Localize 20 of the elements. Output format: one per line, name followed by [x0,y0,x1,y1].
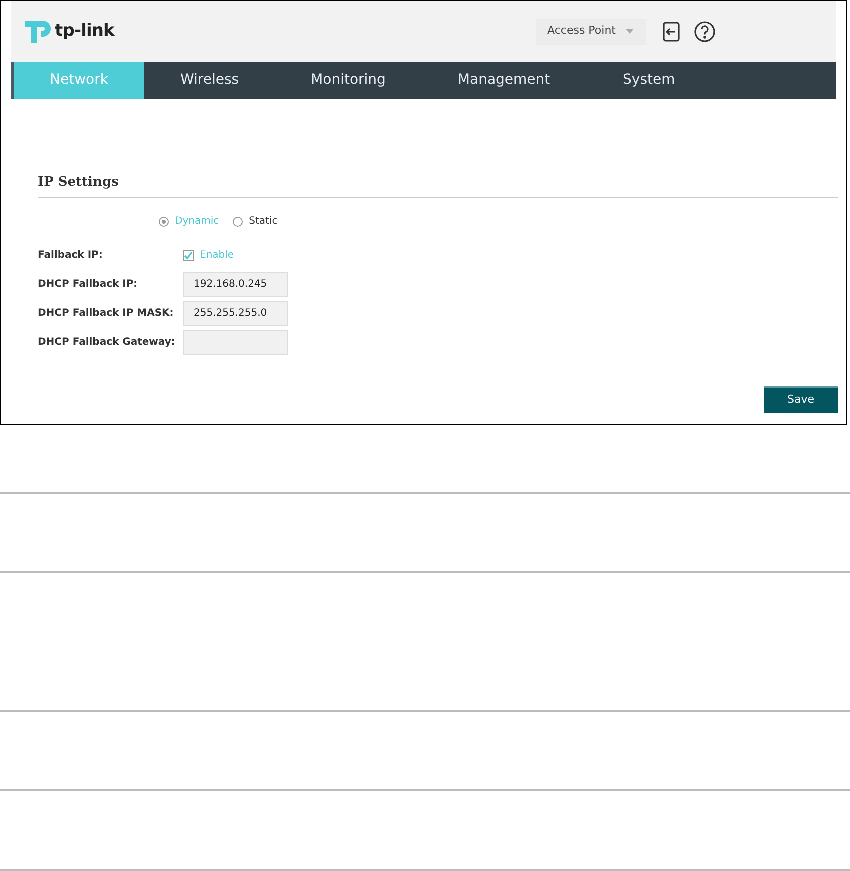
field-label: Fallback IP: [38,249,104,263]
caret-icon [626,29,634,34]
logo-icon [23,18,53,44]
input-field[interactable]: 192.168.0.245 [183,272,288,297]
field-label: DHCP Fallback Gateway: [38,336,176,350]
mode-select[interactable]: Access Point [536,18,646,44]
help-icon[interactable] [694,20,716,42]
save-button[interactable]: Save [764,386,838,413]
logo-text: tp-link [55,20,114,43]
nav-tab[interactable]: Management [422,62,586,99]
radio-option[interactable]: Static [233,214,278,229]
field-label: DHCP Fallback IP: [38,278,139,292]
field-label: DHCP Fallback IP MASK: [38,307,175,321]
nav-tab[interactable]: System [586,62,712,99]
logout-icon[interactable] [660,22,680,42]
input-field[interactable] [183,330,288,355]
nav-tab[interactable]: Wireless [144,62,276,99]
input-field[interactable]: 255.255.255.0 [183,301,288,326]
section-title: IP Settings [38,175,119,190]
nav-tab[interactable]: Monitoring [275,62,422,99]
